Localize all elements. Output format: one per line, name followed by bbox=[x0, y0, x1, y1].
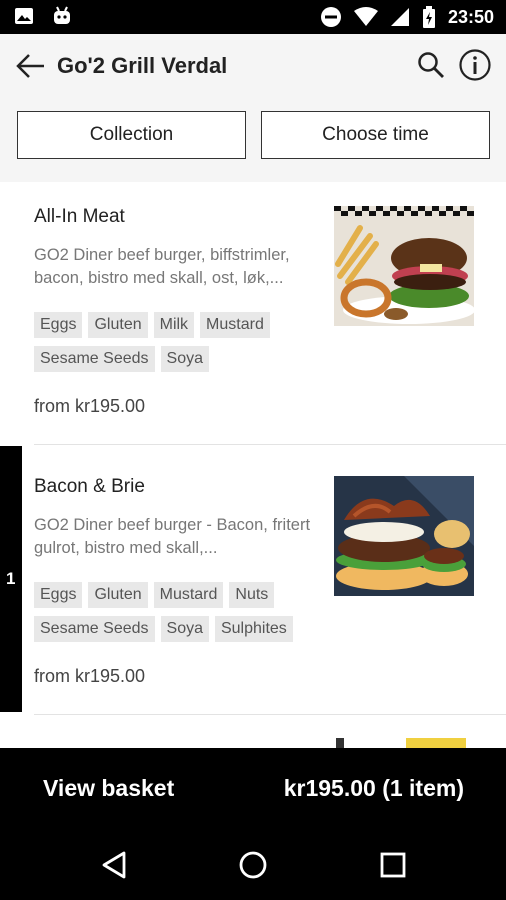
allergen-tags: Eggs Gluten Mustard Nuts Sesame Seeds So… bbox=[34, 582, 326, 642]
allergen-tag: Gluten bbox=[88, 582, 148, 608]
do-not-disturb-icon bbox=[320, 7, 341, 27]
basket-quantity-indicator: 1 bbox=[0, 446, 22, 712]
allergen-tag: Gluten bbox=[88, 312, 148, 338]
image-icon bbox=[15, 8, 33, 24]
system-nav-bar bbox=[0, 828, 506, 900]
item-name: Bacon & Brie bbox=[34, 476, 145, 497]
recents-square-icon[interactable] bbox=[376, 848, 410, 882]
wifi-icon bbox=[353, 7, 378, 26]
divider bbox=[34, 444, 506, 445]
search-icon[interactable] bbox=[416, 50, 446, 80]
allergen-tag: Sulphites bbox=[214, 616, 293, 642]
item-name: All-In Meat bbox=[34, 206, 125, 227]
info-icon[interactable] bbox=[458, 48, 492, 82]
basket-total: kr195.00 (1 item) bbox=[283, 775, 464, 801]
allergen-tag: Mustard bbox=[200, 312, 270, 338]
allergen-tag: Nuts bbox=[229, 582, 275, 608]
android-icon bbox=[54, 6, 70, 24]
allergen-tag: Eggs bbox=[34, 312, 83, 338]
allergen-tags: Eggs Gluten Milk Mustard Sesame Seeds So… bbox=[34, 312, 326, 372]
view-basket-button[interactable]: View basket kr195.00 (1 item) bbox=[0, 748, 506, 828]
choose-time-button[interactable]: Choose time bbox=[261, 111, 490, 159]
allergen-tag: Eggs bbox=[34, 582, 83, 608]
item-photo bbox=[334, 206, 474, 326]
next-item-photo-peek bbox=[336, 738, 466, 748]
item-description: GO2 Diner beef burger - Bacon, fritert g… bbox=[34, 516, 311, 557]
clock: 23:50 bbox=[447, 6, 494, 27]
back-triangle-icon[interactable] bbox=[98, 848, 132, 882]
battery-icon bbox=[422, 6, 435, 28]
item-price: from kr195.00 bbox=[34, 666, 146, 686]
item-price: from kr195.00 bbox=[34, 396, 146, 416]
menu-list[interactable]: All-In Meat GO2 Diner beef burger, biffs… bbox=[0, 182, 506, 748]
collection-button[interactable]: Collection bbox=[17, 111, 246, 159]
item-photo bbox=[334, 476, 474, 596]
page-title: Go'2 Grill Verdal bbox=[57, 53, 228, 78]
item-description: GO2 Diner beef burger, biffstrimler, bac… bbox=[34, 246, 290, 287]
filter-bar: Collection Choose time bbox=[0, 98, 506, 182]
menu-item-all-in-meat[interactable]: All-In Meat GO2 Diner beef burger, biffs… bbox=[34, 206, 506, 446]
back-arrow-icon[interactable] bbox=[16, 52, 46, 80]
allergen-tag: Mustard bbox=[153, 582, 224, 608]
allergen-tag: Soya bbox=[160, 616, 209, 642]
allergen-tag: Soya bbox=[160, 346, 209, 372]
divider bbox=[34, 714, 506, 715]
home-circle-icon[interactable] bbox=[236, 848, 270, 882]
quantity-count: 1 bbox=[6, 569, 16, 588]
signal-icon bbox=[390, 8, 409, 26]
allergen-tag: Sesame Seeds bbox=[34, 616, 155, 642]
app-bar: Go'2 Grill Verdal bbox=[0, 34, 506, 98]
basket-label: View basket bbox=[43, 775, 175, 801]
allergen-tag: Sesame Seeds bbox=[34, 346, 155, 372]
allergen-tag: Milk bbox=[153, 312, 195, 338]
menu-item-bacon-brie[interactable]: Bacon & Brie GO2 Diner beef burger - Bac… bbox=[34, 476, 506, 716]
status-bar: 23:50 bbox=[0, 0, 506, 34]
